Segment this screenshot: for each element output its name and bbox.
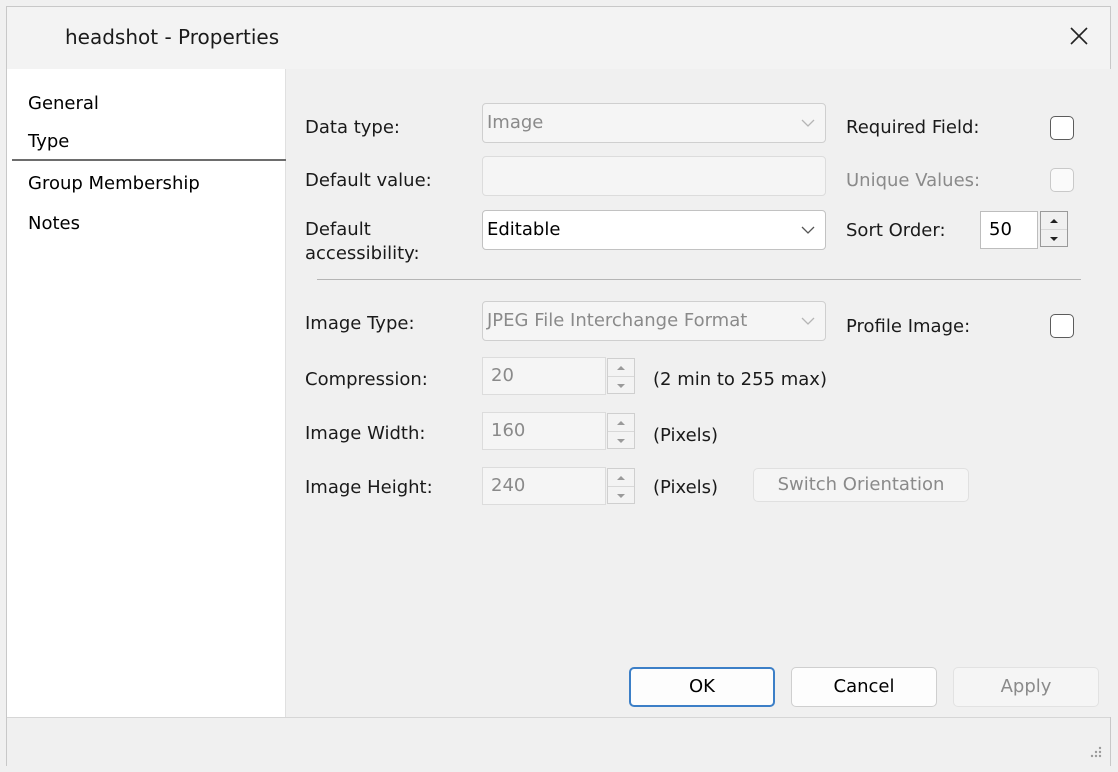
nav-item-type[interactable]: Type — [12, 123, 286, 161]
sort-order-spinner[interactable] — [1040, 211, 1068, 247]
category-nav: General Type Group Membership Notes — [7, 69, 286, 717]
resize-grip-icon[interactable] — [1088, 744, 1102, 758]
title-bar: headshot - Properties — [7, 7, 1110, 69]
image-height-down-button[interactable] — [608, 487, 634, 504]
ok-button[interactable]: OK — [629, 667, 775, 707]
status-bar — [7, 717, 1110, 766]
sort-order-label: Sort Order: — [846, 220, 946, 241]
image-height-up-button[interactable] — [608, 469, 634, 487]
required-field-label: Required Field: — [846, 117, 980, 138]
compression-input[interactable]: 20 — [482, 357, 606, 395]
triangle-up-icon — [617, 365, 625, 370]
apply-button[interactable]: Apply — [953, 667, 1099, 707]
image-width-input[interactable]: 160 — [482, 412, 606, 450]
default-value-input[interactable] — [482, 156, 826, 196]
image-width-up-button[interactable] — [608, 414, 634, 432]
sort-order-up-button[interactable] — [1041, 212, 1067, 230]
compression-label: Compression: — [305, 369, 428, 390]
triangle-down-icon — [617, 383, 625, 388]
nav-item-group-membership[interactable]: Group Membership — [12, 165, 286, 203]
triangle-down-icon — [617, 493, 625, 498]
window-title: headshot - Properties — [65, 25, 280, 49]
image-height-hint: (Pixels) — [653, 477, 719, 498]
compression-hint: (2 min to 255 max) — [653, 369, 827, 390]
data-type-label: Data type: — [305, 117, 400, 138]
image-width-spinner[interactable] — [607, 413, 635, 449]
image-height-label: Image Height: — [305, 477, 433, 498]
triangle-up-icon — [617, 420, 625, 425]
required-field-checkbox[interactable] — [1050, 116, 1074, 140]
compression-spinner[interactable] — [607, 358, 635, 394]
profile-image-checkbox[interactable] — [1050, 314, 1074, 338]
data-type-value: Image — [487, 112, 544, 133]
image-height-input[interactable]: 240 — [482, 467, 606, 505]
default-accessibility-label: Default accessibility: — [305, 219, 420, 264]
data-type-combo[interactable]: Image — [482, 103, 826, 143]
image-width-hint: (Pixels) — [653, 425, 719, 446]
compression-up-button[interactable] — [608, 359, 634, 377]
triangle-up-icon — [617, 475, 625, 480]
nav-item-notes[interactable]: Notes — [12, 205, 286, 243]
image-width-label: Image Width: — [305, 423, 426, 444]
triangle-up-icon — [1050, 218, 1058, 223]
properties-dialog: headshot - Properties General Type Group… — [6, 6, 1111, 766]
unique-values-checkbox[interactable] — [1050, 168, 1074, 192]
triangle-down-icon — [1050, 236, 1058, 241]
image-width-down-button[interactable] — [608, 432, 634, 449]
image-type-combo[interactable]: JPEG File Interchange Format — [482, 301, 826, 341]
unique-values-label: Unique Values: — [846, 170, 981, 191]
sort-order-down-button[interactable] — [1041, 230, 1067, 247]
cancel-button[interactable]: Cancel — [791, 667, 937, 707]
type-panel: Data type: Image Required Field: Default… — [287, 69, 1111, 717]
chevron-down-icon — [801, 119, 815, 127]
default-accessibility-value: Editable — [487, 219, 561, 240]
image-height-spinner[interactable] — [607, 468, 635, 504]
section-divider — [317, 279, 1081, 280]
switch-orientation-button[interactable]: Switch Orientation — [753, 468, 969, 502]
close-button[interactable] — [1064, 21, 1094, 51]
default-accessibility-combo[interactable]: Editable — [482, 210, 826, 250]
triangle-down-icon — [617, 438, 625, 443]
compression-down-button[interactable] — [608, 377, 634, 394]
image-type-label: Image Type: — [305, 313, 415, 334]
image-type-value: JPEG File Interchange Format — [487, 310, 748, 331]
chevron-down-icon — [801, 317, 815, 325]
nav-item-general[interactable]: General — [12, 85, 286, 123]
default-value-label: Default value: — [305, 170, 432, 191]
close-icon — [1070, 27, 1088, 45]
chevron-down-icon — [801, 226, 815, 234]
profile-image-label: Profile Image: — [846, 316, 971, 337]
sort-order-input[interactable]: 50 — [980, 211, 1038, 249]
